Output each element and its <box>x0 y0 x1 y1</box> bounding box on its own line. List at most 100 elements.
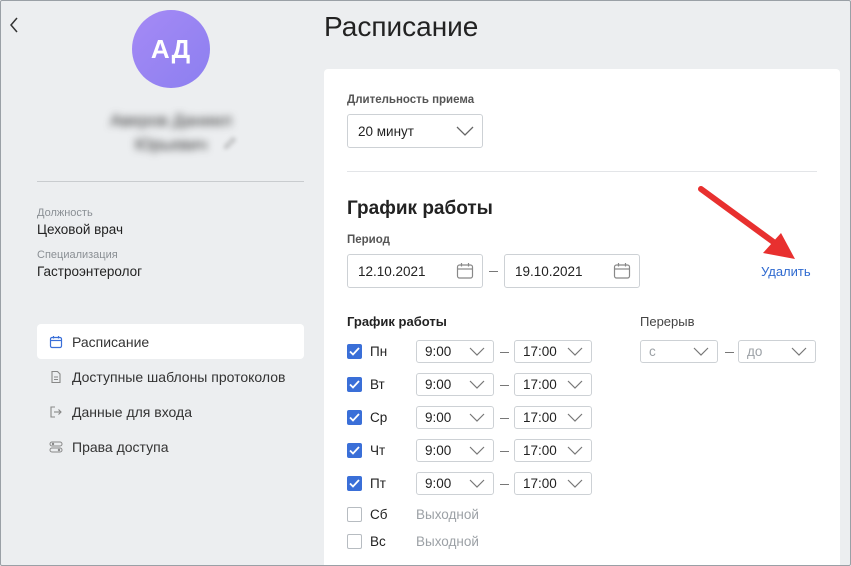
chevron-down-icon <box>567 347 583 356</box>
range-dash <box>500 418 509 419</box>
chevron-down-icon <box>469 479 485 488</box>
schedule-card: Длительность приема 20 минут График рабо… <box>324 69 840 565</box>
pencil-icon[interactable] <box>223 136 237 150</box>
time-to-select[interactable]: 17:00 <box>514 439 592 462</box>
page-title: Расписание <box>324 11 479 42</box>
time-from-select[interactable]: 9:00 <box>416 340 494 363</box>
calendar-icon <box>49 335 63 349</box>
day-name: Пт <box>370 476 386 491</box>
day-name: Сб <box>370 507 388 522</box>
day-row-thu: Чт 9:00 17:00 <box>347 438 607 462</box>
period-to-value: 19.10.2021 <box>515 263 583 279</box>
time-from-select[interactable]: 9:00 <box>416 472 494 495</box>
sidebar-divider <box>37 181 304 182</box>
day-checkbox[interactable] <box>347 377 362 392</box>
range-dash <box>725 352 734 353</box>
toggles-icon <box>49 440 63 454</box>
chevron-down-icon <box>567 413 583 422</box>
section-divider <box>347 171 817 172</box>
position-label: Должность <box>37 207 93 219</box>
specialization-value: Гастроэнтеролог <box>37 264 143 279</box>
day-row-fri: Пт 9:00 17:00 <box>347 471 607 495</box>
position-value: Цеховой врач <box>37 222 124 237</box>
time-from-select[interactable]: 9:00 <box>416 439 494 462</box>
period-to-input[interactable]: 19.10.2021 <box>504 254 640 288</box>
calendar-icon[interactable] <box>456 262 474 280</box>
period-label: Период <box>347 234 390 246</box>
range-dash <box>500 484 509 485</box>
range-dash <box>500 451 509 452</box>
range-dash <box>500 352 509 353</box>
sidebar-item-access-rights[interactable]: Права доступа <box>37 429 304 464</box>
sidebar-item-login-data[interactable]: Данные для входа <box>37 394 304 429</box>
range-dash <box>500 385 509 386</box>
day-row-tue: Вт 9:00 17:00 <box>347 372 607 396</box>
checkmark-icon <box>349 413 360 422</box>
annotation-arrow-icon <box>698 186 795 259</box>
chevron-down-icon <box>567 446 583 455</box>
document-icon <box>49 370 63 384</box>
sidebar-item-label: Права доступа <box>72 438 169 455</box>
chevron-down-icon <box>469 347 485 356</box>
sidebar-item-label: Данные для входа <box>72 403 192 420</box>
day-off-label: Выходной <box>416 507 479 522</box>
break-from-select[interactable]: с <box>640 340 718 363</box>
app-window: АД Аверов Даниил Юрьевич Должность Цехов… <box>0 0 851 566</box>
checkmark-icon <box>349 347 360 356</box>
sidebar-item-label: Доступные шаблоны протоколов <box>72 368 286 385</box>
day-name: Пн <box>370 344 388 359</box>
break-to-select[interactable]: до <box>738 340 816 363</box>
day-name: Вт <box>370 377 385 392</box>
avatar: АД <box>132 10 210 88</box>
day-checkbox[interactable] <box>347 507 362 522</box>
day-checkbox[interactable] <box>347 410 362 425</box>
chevron-left-icon <box>10 17 18 33</box>
calendar-icon[interactable] <box>613 262 631 280</box>
time-from-select[interactable]: 9:00 <box>416 373 494 396</box>
break-label: Перерыв <box>640 314 695 329</box>
day-checkbox[interactable] <box>347 344 362 359</box>
chevron-down-icon <box>693 347 709 356</box>
schedule-title: График работы <box>347 198 493 219</box>
sidebar-item-schedule[interactable]: Расписание <box>37 324 304 359</box>
day-name: Чт <box>370 443 386 458</box>
day-name: Ср <box>370 410 388 425</box>
user-name: Аверов Даниил Юрьевич <box>110 111 232 154</box>
sidebar-item-protocol-templates[interactable]: Доступные шаблоны протоколов <box>37 359 304 394</box>
duration-select[interactable]: 20 минут <box>347 114 483 148</box>
day-row-wed: Ср 9:00 17:00 <box>347 405 607 429</box>
chevron-down-icon <box>469 413 485 422</box>
day-checkbox[interactable] <box>347 534 362 549</box>
range-dash <box>489 271 498 272</box>
checkmark-icon <box>349 479 360 488</box>
day-row-sun: Вс Выходной <box>347 529 607 553</box>
sidebar-item-label: Расписание <box>72 333 150 350</box>
specialization-label: Специализация <box>37 249 118 261</box>
chevron-down-icon <box>469 380 485 389</box>
day-row-mon: Пн 9:00 17:00 <box>347 339 607 363</box>
period-from-input[interactable]: 12.10.2021 <box>347 254 483 288</box>
time-to-select[interactable]: 17:00 <box>514 472 592 495</box>
day-name: Вс <box>370 534 386 549</box>
chevron-down-icon <box>567 479 583 488</box>
sidebar-nav: Расписание Доступные шаблоны протоколов … <box>37 324 304 464</box>
login-icon <box>49 405 63 419</box>
time-to-select[interactable]: 17:00 <box>514 406 592 429</box>
time-from-select[interactable]: 9:00 <box>416 406 494 429</box>
duration-label: Длительность приема <box>347 94 475 106</box>
back-button[interactable] <box>9 17 25 37</box>
chevron-down-icon <box>791 347 807 356</box>
chevron-down-icon <box>456 126 474 136</box>
day-checkbox[interactable] <box>347 476 362 491</box>
work-schedule-label: График работы <box>347 314 447 329</box>
avatar-initials: АД <box>150 33 192 64</box>
chevron-down-icon <box>469 446 485 455</box>
day-checkbox[interactable] <box>347 443 362 458</box>
checkmark-icon <box>349 446 360 455</box>
time-to-select[interactable]: 17:00 <box>514 340 592 363</box>
period-from-value: 12.10.2021 <box>358 263 426 279</box>
checkmark-icon <box>349 380 360 389</box>
time-to-select[interactable]: 17:00 <box>514 373 592 396</box>
duration-value: 20 минут <box>358 123 414 139</box>
day-row-sat: Сб Выходной <box>347 502 607 526</box>
